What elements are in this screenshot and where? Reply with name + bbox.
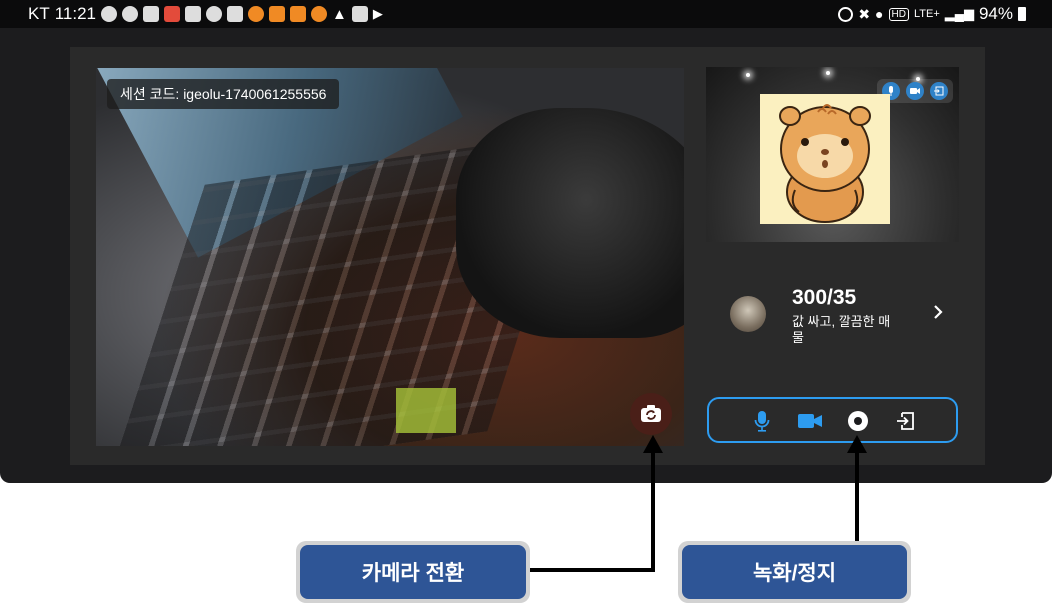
call-control-bar — [707, 397, 958, 443]
callout-arrow-record — [847, 435, 867, 453]
battery-icon — [1018, 7, 1026, 21]
location-icon: ● — [875, 6, 884, 22]
app3-notification-icon — [290, 6, 307, 22]
mic-icon — [754, 411, 770, 432]
chat-notification-icon — [122, 6, 139, 22]
ceiling-light — [746, 73, 750, 77]
talk-notification-icon — [101, 6, 118, 22]
timer-notification-icon — [248, 6, 265, 22]
remote-video-icon[interactable] — [906, 82, 924, 100]
image-notification-icon — [351, 6, 368, 22]
phone-screen: KT 11:21 ▲ ▶ ✖ ● HD LTE+ ▂▄▆ 94% 세션 코드: … — [0, 0, 1052, 483]
hamster-avatar — [760, 94, 890, 224]
camera-switch-icon — [641, 405, 661, 422]
callout-line-camera-vertical — [651, 452, 655, 572]
callout-line-camera-horizontal — [527, 568, 655, 572]
signal-icon: ▂▄▆ — [944, 6, 974, 21]
status-bar: KT 11:21 ▲ ▶ ✖ ● HD LTE+ ▂▄▆ 94% — [0, 0, 1052, 28]
hd-icon: HD — [888, 7, 909, 21]
app2-notification-icon — [269, 6, 286, 22]
mute-icon: ✖ — [858, 5, 871, 22]
remote-exit-icon[interactable] — [930, 82, 948, 100]
carrier: KT — [28, 4, 50, 23]
cloud-notification-icon — [206, 6, 223, 22]
listing-thumbnail — [730, 296, 766, 332]
camera-switch-button[interactable] — [630, 393, 672, 435]
video-toggle-button[interactable] — [797, 408, 823, 434]
callout-line-record-vertical — [855, 452, 859, 542]
hamster-avatar-image — [779, 104, 871, 223]
exit-icon — [897, 412, 914, 430]
battery-level: 94% — [978, 4, 1013, 23]
alarm-icon — [838, 6, 854, 22]
chevron-right-icon[interactable] — [932, 304, 944, 320]
timer2-notification-icon — [311, 6, 328, 22]
app-notification-icon — [143, 6, 160, 22]
ceiling-light — [826, 71, 830, 75]
callout-arrow-camera — [643, 435, 663, 453]
listing-price: 300/35 — [792, 286, 857, 309]
main-video-feed — [96, 68, 684, 446]
listing-description: 값 싸고, 깔끔한 매물 — [792, 314, 891, 345]
callout-record-stop: 녹화/정지 — [678, 541, 911, 603]
sticker-image — [396, 388, 456, 433]
record-stop-button[interactable] — [845, 408, 871, 434]
mic-button[interactable] — [749, 408, 775, 434]
video-notification-icon: ▶ — [372, 6, 383, 21]
record-icon — [848, 411, 868, 431]
callout-camera-switch-label: 카메라 전환 — [300, 545, 526, 599]
bag-image — [456, 108, 684, 338]
naver-notification-icon — [185, 6, 202, 22]
warning-icon: ▲ — [332, 5, 347, 23]
callout-record-stop-label: 녹화/정지 — [682, 545, 907, 599]
clock: 11:21 — [54, 4, 97, 23]
network-type: LTE+ — [913, 8, 940, 20]
exit-button[interactable] — [893, 408, 919, 434]
callout-camera-switch: 카메라 전환 — [296, 541, 530, 603]
shopping-notification-icon — [164, 6, 181, 22]
chat2-notification-icon — [227, 6, 244, 22]
listing-info-card[interactable]: 300/35 값 싸고, 깔끔한 매물 — [706, 268, 959, 364]
video-camera-icon — [798, 414, 822, 428]
session-code-label: 세션 코드: igeolu-1740061255556 — [107, 79, 340, 109]
